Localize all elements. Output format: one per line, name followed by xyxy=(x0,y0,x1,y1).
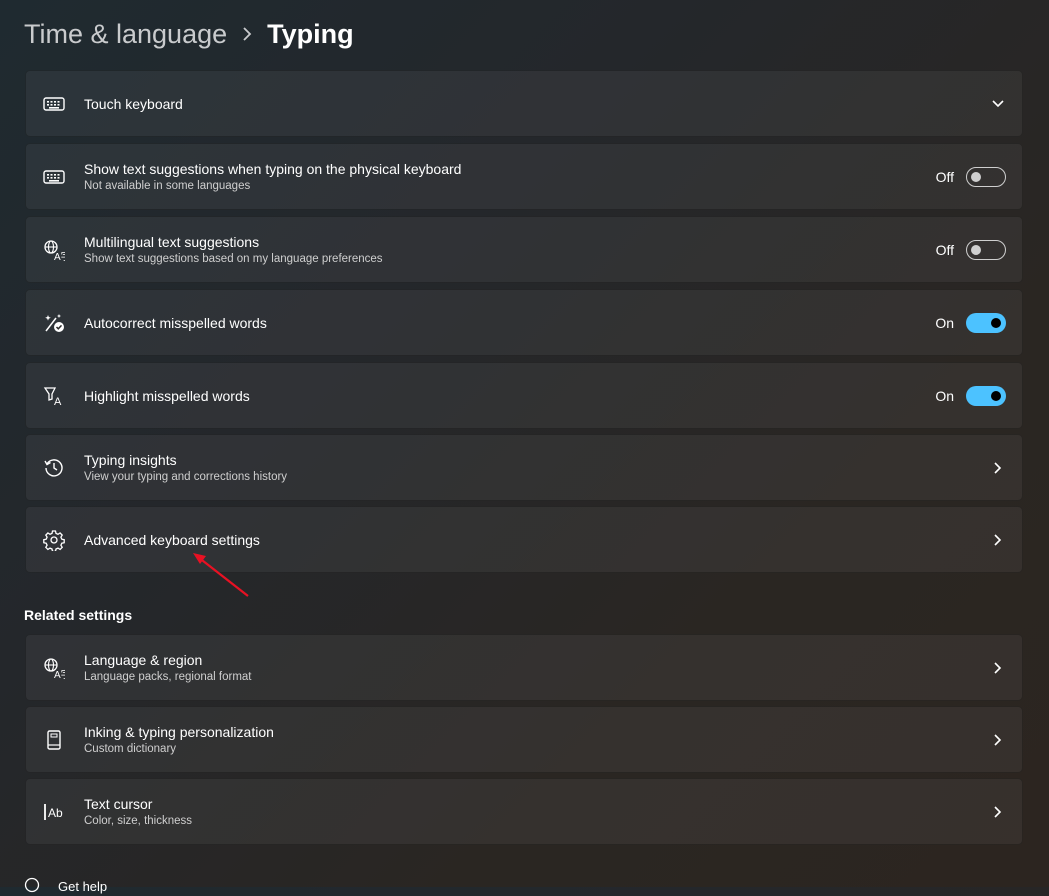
toggle-state-label: On xyxy=(935,387,954,404)
autocorrect-icon xyxy=(42,311,66,335)
text-cursor-subtitle: Color, size, thickness xyxy=(84,814,193,827)
breadcrumb-parent[interactable]: Time & language xyxy=(24,14,227,54)
history-icon xyxy=(42,456,66,480)
multilingual-suggestions-card[interactable]: A字 Multilingual text suggestions Show te… xyxy=(25,216,1023,283)
highlight-card[interactable]: A Highlight misspelled words On xyxy=(25,362,1023,429)
related-settings-heading: Related settings xyxy=(24,607,133,623)
svg-text:A字: A字 xyxy=(54,250,65,261)
inking-typing-title: Inking & typing personalization xyxy=(84,723,274,740)
breadcrumb-chevron-icon xyxy=(241,26,253,42)
highlight-toggle[interactable] xyxy=(966,385,1006,406)
keyboard-icon xyxy=(42,92,66,116)
typing-insights-card[interactable]: Typing insights View your typing and cor… xyxy=(25,434,1023,501)
gear-icon xyxy=(42,528,66,552)
advanced-keyboard-settings-card[interactable]: Advanced keyboard settings xyxy=(25,506,1023,573)
autocorrect-toggle[interactable] xyxy=(966,312,1006,333)
chevron-down-icon[interactable] xyxy=(990,96,1006,112)
language-region-subtitle: Language packs, regional format xyxy=(84,670,252,683)
svg-text:A字: A字 xyxy=(54,668,65,679)
typing-insights-title: Typing insights xyxy=(84,451,177,468)
keyboard-icon xyxy=(42,165,66,189)
language-region-title: Language & region xyxy=(84,651,203,668)
language-icon: A字 xyxy=(42,238,66,262)
svg-text:Ab: Ab xyxy=(48,806,63,820)
inking-typing-subtitle: Custom dictionary xyxy=(84,742,177,755)
highlight-title: Highlight misspelled words xyxy=(84,387,250,404)
language-icon: A字 xyxy=(42,656,66,680)
language-region-card[interactable]: A字 Language & region Language packs, reg… xyxy=(25,634,1023,701)
text-cursor-card[interactable]: Ab Text cursor Color, size, thickness xyxy=(25,778,1023,845)
chevron-right-icon xyxy=(990,732,1006,748)
multilingual-subtitle: Show text suggestions based on my langua… xyxy=(84,252,383,265)
text-cursor-icon: Ab xyxy=(42,800,66,824)
toggle-state-label: Off xyxy=(935,241,954,258)
multilingual-title: Multilingual text suggestions xyxy=(84,233,260,250)
chevron-right-icon xyxy=(990,532,1006,548)
toggle-state-label: On xyxy=(935,314,954,331)
autocorrect-title: Autocorrect misspelled words xyxy=(84,314,267,331)
multilingual-toggle[interactable] xyxy=(966,239,1006,260)
touch-keyboard-card[interactable]: Touch keyboard xyxy=(25,70,1023,137)
highlight-icon: A xyxy=(42,384,66,408)
page-title: Typing xyxy=(267,19,354,49)
typing-insights-subtitle: View your typing and corrections history xyxy=(84,470,288,483)
chevron-right-icon xyxy=(990,804,1006,820)
svg-text:A: A xyxy=(54,396,62,407)
text-cursor-title: Text cursor xyxy=(84,795,153,812)
chevron-right-icon xyxy=(990,660,1006,676)
advanced-keyboard-settings-title: Advanced keyboard settings xyxy=(84,531,260,548)
touch-keyboard-title: Touch keyboard xyxy=(84,95,183,112)
text-suggestions-toggle[interactable] xyxy=(966,166,1006,187)
text-suggestions-title: Show text suggestions when typing on the… xyxy=(84,160,462,177)
chevron-right-icon xyxy=(990,460,1006,476)
autocorrect-card[interactable]: Autocorrect misspelled words On xyxy=(25,289,1023,356)
text-suggestions-card[interactable]: Show text suggestions when typing on the… xyxy=(25,143,1023,210)
breadcrumb: Time & language Typing xyxy=(24,14,354,54)
inking-typing-card[interactable]: Inking & typing personalization Custom d… xyxy=(25,706,1023,773)
text-suggestions-subtitle: Not available in some languages xyxy=(84,179,251,192)
dictionary-icon xyxy=(42,728,66,752)
toggle-state-label: Off xyxy=(935,168,954,185)
